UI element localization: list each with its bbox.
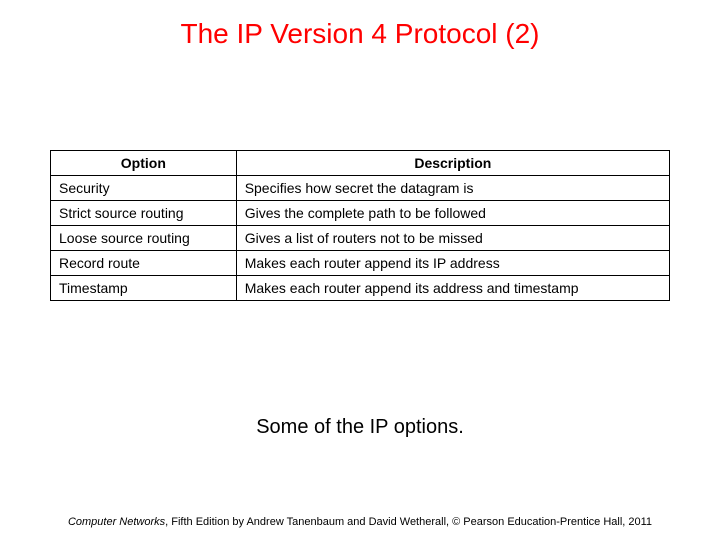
cell-option: Strict source routing [51, 201, 237, 226]
options-table: Option Description Security Specifies ho… [50, 150, 670, 301]
table-row: Record route Makes each router append it… [51, 251, 670, 276]
cell-description: Makes each router append its IP address [236, 251, 669, 276]
cell-option: Record route [51, 251, 237, 276]
slide-title: The IP Version 4 Protocol (2) [0, 0, 720, 60]
table-row: Timestamp Makes each router append its a… [51, 276, 670, 301]
cell-description: Gives a list of routers not to be missed [236, 226, 669, 251]
table-row: Security Specifies how secret the datagr… [51, 176, 670, 201]
table-row: Loose source routing Gives a list of rou… [51, 226, 670, 251]
options-table-container: Option Description Security Specifies ho… [50, 150, 670, 301]
cell-option: Loose source routing [51, 226, 237, 251]
footer-rest: , Fifth Edition by Andrew Tanenbaum and … [165, 516, 652, 528]
slide-footer: Computer Networks, Fifth Edition by Andr… [0, 516, 720, 528]
cell-description: Specifies how secret the datagram is [236, 176, 669, 201]
cell-description: Gives the complete path to be followed [236, 201, 669, 226]
table-row: Strict source routing Gives the complete… [51, 201, 670, 226]
figure-caption: Some of the IP options. [0, 416, 720, 439]
footer-book-title: Computer Networks [68, 516, 165, 528]
header-option: Option [51, 151, 237, 176]
cell-option: Security [51, 176, 237, 201]
cell-option: Timestamp [51, 276, 237, 301]
header-description: Description [236, 151, 669, 176]
cell-description: Makes each router append its address and… [236, 276, 669, 301]
table-header-row: Option Description [51, 151, 670, 176]
